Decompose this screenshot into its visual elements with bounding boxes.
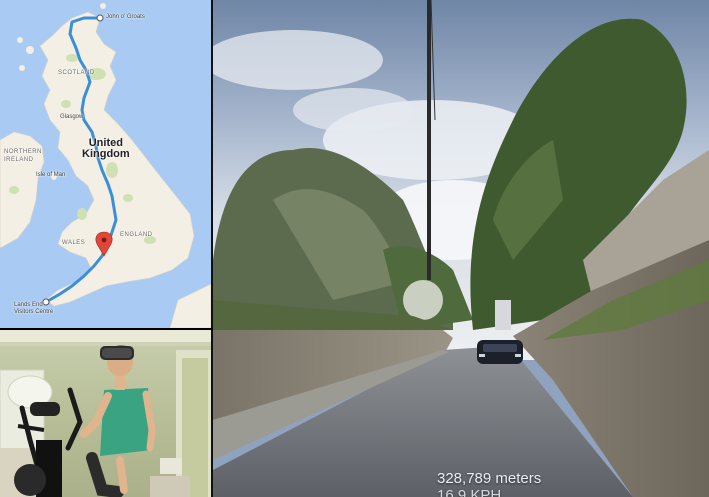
map-label-start-line1: Lands End [14, 302, 43, 308]
map-label-destination: John o' Groats [106, 14, 145, 20]
map-label-glasgow: Glasgow [60, 114, 84, 120]
map-label-northern-ireland: NORTHERN IRELAND [4, 148, 42, 164]
map-label-start-line2: Visitors Centre [14, 309, 54, 315]
map-label-england: ENGLAND [120, 232, 153, 238]
map-canvas [0, 3, 211, 328]
map-country-label: United Kingdom [82, 138, 130, 160]
speed-readout: 16.9 KPH [437, 487, 502, 497]
telemetry-overlay: 328,789 meters 16.9 KPH [437, 470, 541, 497]
distance-readout: 328,789 meters [437, 470, 542, 487]
route-map[interactable]: John o' Groats SCOTLAND Glasgow United K… [0, 0, 213, 328]
street-scene [213, 0, 709, 497]
map-label-scotland: SCOTLAND [58, 70, 95, 76]
map-label-northern-ireland-line1: NORTHERN [4, 149, 42, 155]
route-endpoint-icon[interactable] [96, 14, 104, 22]
street-view[interactable]: 328,789 meters 16.9 KPH [213, 0, 709, 497]
map-label-isle-of-man: Isle of Man [36, 172, 66, 178]
map-label-start: Lands End Visitors Centre [14, 302, 53, 316]
map-label-northern-ireland-line2: IRELAND [4, 157, 34, 163]
car [477, 340, 523, 364]
webcam-feed [0, 330, 213, 497]
country-label-line2: Kingdom [82, 148, 130, 160]
map-label-wales: WALES [62, 240, 86, 246]
vr-headset-icon [100, 346, 134, 360]
